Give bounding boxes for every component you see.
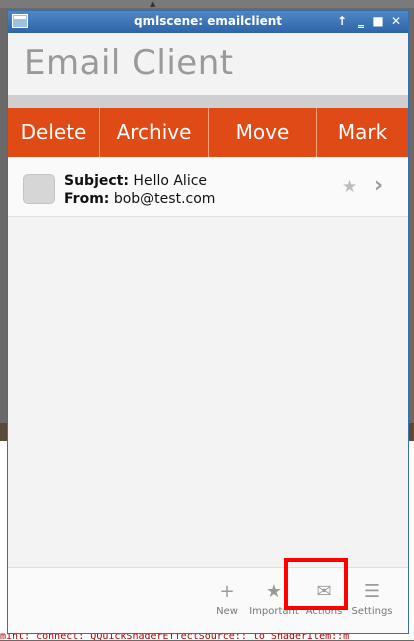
tab-label: Settings xyxy=(351,606,393,617)
email-list-item[interactable]: Subject: Hello Alice From: bob@test.com … xyxy=(8,157,408,217)
selection-highlight xyxy=(284,558,348,610)
subject-label: Subject: xyxy=(64,173,129,189)
email-subject-line: Subject: Hello Alice xyxy=(64,173,207,189)
archive-button[interactable]: Archive xyxy=(100,108,208,157)
move-button[interactable]: Move xyxy=(209,108,316,157)
close-icon[interactable]: ✕ xyxy=(388,13,404,29)
window-titlebar[interactable]: qmlscene: emailclient ↑ ‗ ■ ✕ xyxy=(8,11,408,33)
tab-settings[interactable]: ☰ Settings xyxy=(351,568,392,634)
email-subject: Hello Alice xyxy=(133,173,208,189)
page-title: Email Client xyxy=(24,43,234,83)
chevron-right-icon[interactable]: › xyxy=(374,173,383,198)
desktop-top-strip: ▲ xyxy=(0,0,414,8)
email-from-line: From: bob@test.com xyxy=(64,191,215,207)
maximize-icon[interactable]: ■ xyxy=(370,13,386,29)
keep-above-icon[interactable]: ↑ xyxy=(334,13,350,29)
app-window: qmlscene: emailclient ↑ ‗ ■ ✕ Email Clie… xyxy=(7,10,409,634)
mark-button[interactable]: Mark xyxy=(317,108,408,157)
up-arrow-icon: ▲ xyxy=(150,0,156,8)
app-header: Email Client xyxy=(8,33,408,95)
bottom-toolbar: + New ★ Important ✉ Actions ☰ Settings xyxy=(8,567,408,633)
email-list-empty-area xyxy=(8,217,408,567)
from-label: From: xyxy=(64,191,110,207)
email-sender: bob@test.com xyxy=(113,191,216,207)
tab-new[interactable]: + New xyxy=(214,568,240,634)
minimize-icon[interactable]: ‗ xyxy=(353,13,369,29)
select-checkbox[interactable] xyxy=(23,174,55,204)
action-bar: Delete Archive Move Mark xyxy=(8,108,408,157)
sliders-icon: ☰ xyxy=(363,581,381,602)
plus-icon: + xyxy=(219,581,235,602)
star-icon[interactable]: ★ xyxy=(342,177,357,197)
header-divider xyxy=(8,95,408,108)
delete-button[interactable]: Delete xyxy=(8,108,99,157)
